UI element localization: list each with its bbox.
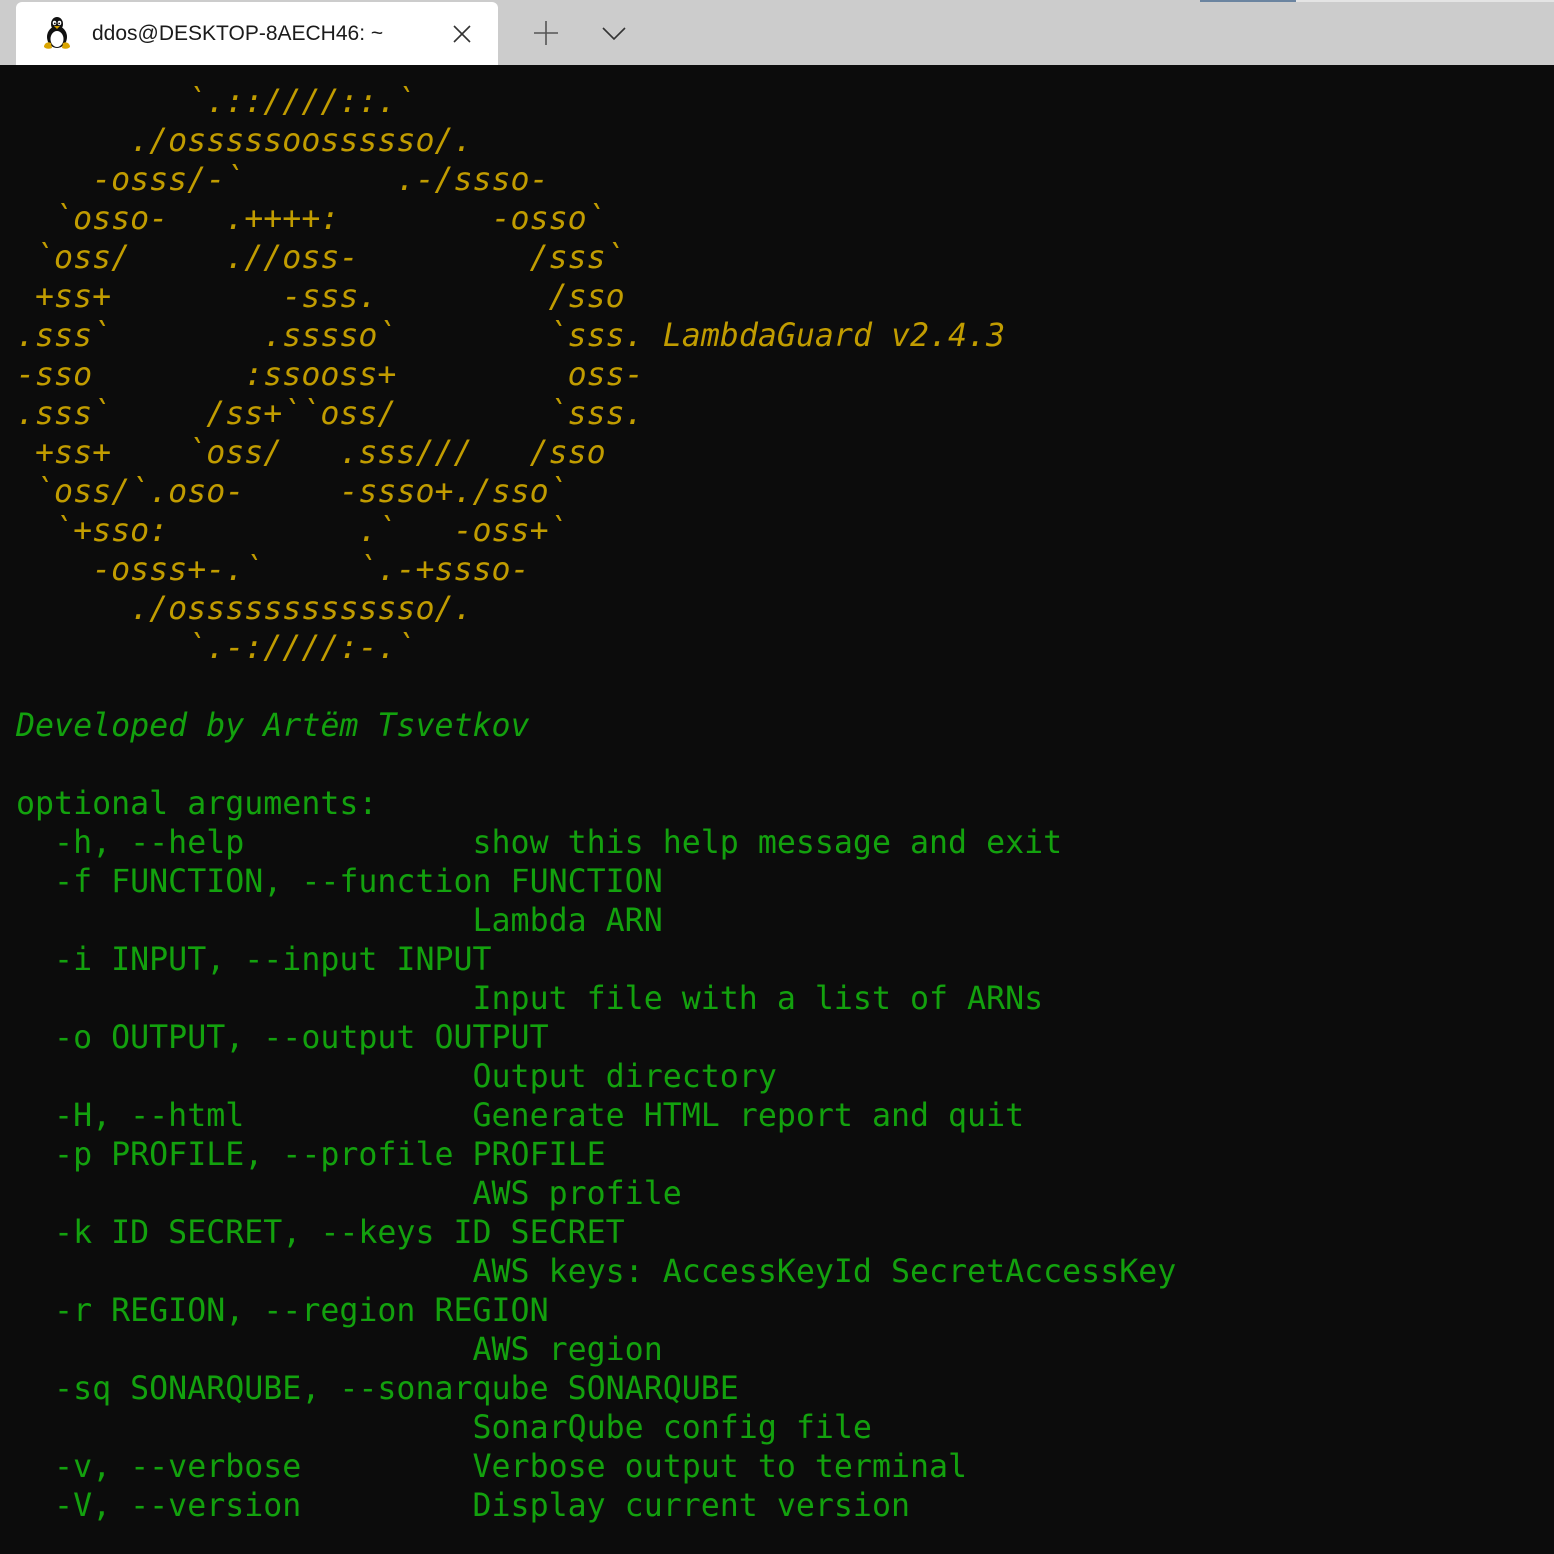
banner-art-line: `.-:////:-.` (16, 630, 416, 666)
help-option-line: -H, --html Generate HTML report and quit (16, 1098, 1025, 1134)
help-description-line: SonarQube config file (16, 1410, 872, 1446)
banner-art-line: `+sso: .` -oss+` (16, 513, 568, 549)
banner-art-line: ./osssssssssssso/. (16, 591, 473, 627)
banner-art-line: `osso- .++++: -osso` (16, 201, 606, 237)
help-description-line: AWS region (16, 1332, 663, 1368)
help-option-line: -v, --verbose Verbose output to terminal (16, 1449, 968, 1485)
terminal-output[interactable]: `.::////::.` ./osssssoossssso/. -osss/-`… (0, 65, 1554, 1554)
banner-art-line: `oss/ .//oss- /sss` (16, 240, 625, 276)
banner-art-line: `oss/`.oso- -ssso+./sso` (16, 474, 568, 510)
banner-art-line: .sss` /ss+``oss/ `sss. (16, 396, 644, 432)
terminal-lines: `.::////::.` ./osssssoossssso/. -osss/-`… (16, 83, 1176, 1526)
credit-line: Developed by Artëm Tsvetkov (16, 708, 530, 744)
help-description-line: Input file with a list of ARNs (16, 981, 1044, 1017)
help-option-line: -r REGION, --region REGION (16, 1293, 549, 1329)
title-bar: ddos@DESKTOP-8AECH46: ~ (0, 0, 1554, 65)
banner-art-line: .sss` .sssso` `sss. (16, 318, 644, 354)
help-description-line: AWS profile (16, 1176, 682, 1212)
help-description-line: Lambda ARN (16, 903, 663, 939)
help-option-line: -h, --help show this help message and ex… (16, 825, 1063, 861)
help-option-line: -V, --version Display current version (16, 1488, 910, 1524)
banner-art-line: +ss+ `oss/ .sss/// /sso (16, 435, 606, 471)
help-option-line: -o OUTPUT, --output OUTPUT (16, 1020, 549, 1056)
tab-terminal[interactable]: ddos@DESKTOP-8AECH46: ~ (16, 2, 498, 65)
plus-icon[interactable] (530, 17, 562, 49)
help-option-line: -sq SONARQUBE, --sonarqube SONARQUBE (16, 1371, 739, 1407)
help-description-line: Output directory (16, 1059, 777, 1095)
tab-title: ddos@DESKTOP-8AECH46: ~ (92, 22, 384, 45)
help-description-line: AWS keys: AccessKeyId SecretAccessKey (16, 1254, 1177, 1290)
banner-art-line: ./osssssoossssso/. (16, 123, 473, 159)
help-option-line: -f FUNCTION, --function FUNCTION (16, 864, 663, 900)
banner-title: LambdaGuard v2.4.3 (662, 318, 1006, 354)
help-option-line: -i INPUT, --input INPUT (16, 942, 492, 978)
help-header: optional arguments: (16, 786, 378, 822)
banner-art-line: -osss+-.` `.-+ssso- (16, 552, 530, 588)
title-bar-highlight (1296, 0, 1554, 2)
linux-penguin-icon (44, 17, 70, 49)
banner-art-line: `.::////::.` (16, 84, 416, 120)
banner-art-line: +ss+ -sss. /sso (16, 279, 625, 315)
banner-title-gap (644, 318, 663, 354)
title-bar-accent (1200, 0, 1296, 2)
banner-art-line: -sso :ssooss+ oss- (16, 357, 644, 393)
close-icon[interactable] (448, 20, 476, 48)
help-option-line: -p PROFILE, --profile PROFILE (16, 1137, 606, 1173)
chevron-down-icon[interactable] (598, 17, 630, 49)
help-option-line: -k ID SECRET, --keys ID SECRET (16, 1215, 625, 1251)
banner-art-line-with-title: .sss` .sssso` `sss. LambdaGuard v2.4.3 (16, 317, 1176, 356)
banner-art-line: -osss/-` .-/ssso- (16, 162, 549, 198)
